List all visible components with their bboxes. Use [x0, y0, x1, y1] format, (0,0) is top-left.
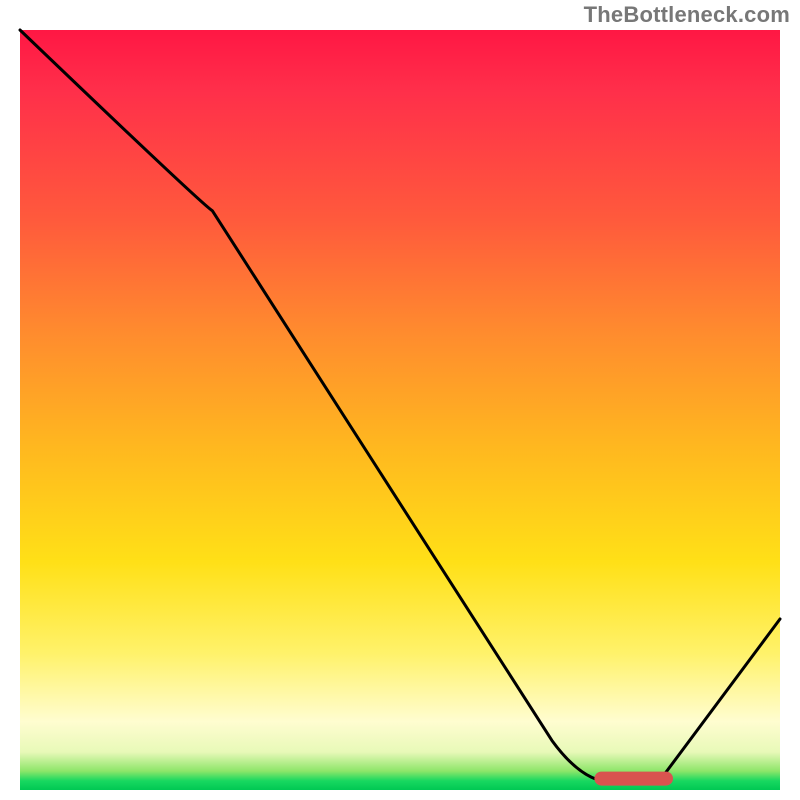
- chart-container: TheBottleneck.com: [0, 0, 800, 800]
- plot-area: [20, 30, 780, 790]
- bottleneck-curve: [20, 30, 780, 782]
- chart-svg: [20, 30, 780, 790]
- watermark-text: TheBottleneck.com: [584, 2, 790, 28]
